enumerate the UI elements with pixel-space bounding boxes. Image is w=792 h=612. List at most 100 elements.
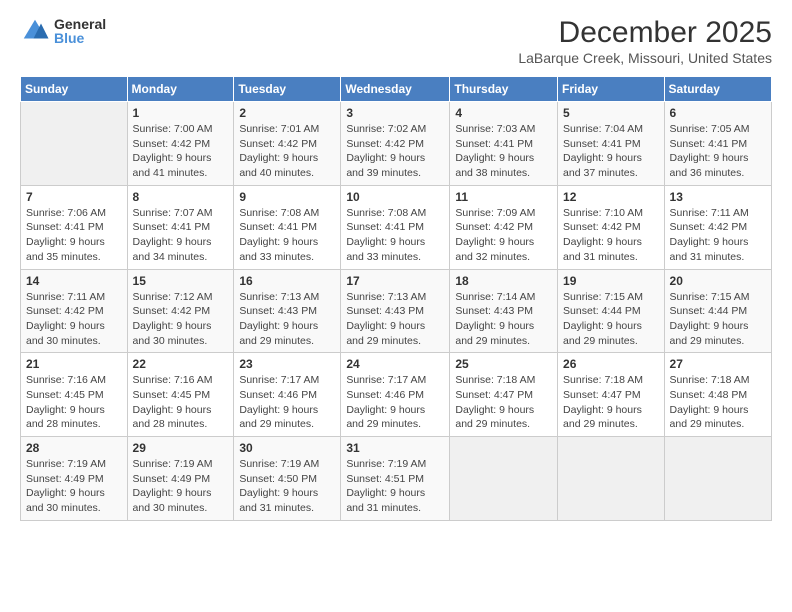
col-saturday: Saturday bbox=[664, 77, 771, 102]
main-title: December 2025 bbox=[518, 16, 772, 50]
calendar-cell: 17 Sunrise: 7:13 AM Sunset: 4:43 PM Dayli… bbox=[341, 269, 450, 353]
day-number: 15 bbox=[133, 274, 229, 288]
calendar-cell: 8 Sunrise: 7:07 AM Sunset: 4:41 PM Daylig… bbox=[127, 185, 234, 269]
day-info: Sunrise: 7:18 AM Sunset: 4:47 PM Dayligh… bbox=[455, 373, 552, 432]
day-info: Sunrise: 7:11 AM Sunset: 4:42 PM Dayligh… bbox=[670, 206, 766, 265]
day-number: 14 bbox=[26, 274, 122, 288]
day-info: Sunrise: 7:19 AM Sunset: 4:49 PM Dayligh… bbox=[133, 457, 229, 516]
day-number: 19 bbox=[563, 274, 659, 288]
day-info: Sunrise: 7:19 AM Sunset: 4:50 PM Dayligh… bbox=[239, 457, 335, 516]
day-info: Sunrise: 7:03 AM Sunset: 4:41 PM Dayligh… bbox=[455, 122, 552, 181]
day-number: 5 bbox=[563, 106, 659, 120]
calendar-cell: 9 Sunrise: 7:08 AM Sunset: 4:41 PM Daylig… bbox=[234, 185, 341, 269]
calendar-cell: 29 Sunrise: 7:19 AM Sunset: 4:49 PM Dayli… bbox=[127, 437, 234, 521]
day-info: Sunrise: 7:15 AM Sunset: 4:44 PM Dayligh… bbox=[563, 290, 659, 349]
day-info: Sunrise: 7:08 AM Sunset: 4:41 PM Dayligh… bbox=[346, 206, 444, 265]
calendar-week-2: 7 Sunrise: 7:06 AM Sunset: 4:41 PM Daylig… bbox=[21, 185, 772, 269]
day-number: 17 bbox=[346, 274, 444, 288]
day-number: 9 bbox=[239, 190, 335, 204]
logo-blue: Blue bbox=[54, 31, 106, 45]
day-number: 12 bbox=[563, 190, 659, 204]
day-number: 3 bbox=[346, 106, 444, 120]
title-block: December 2025 LaBarque Creek, Missouri, … bbox=[518, 16, 772, 66]
day-info: Sunrise: 7:05 AM Sunset: 4:41 PM Dayligh… bbox=[670, 122, 766, 181]
day-info: Sunrise: 7:16 AM Sunset: 4:45 PM Dayligh… bbox=[133, 373, 229, 432]
calendar-cell: 23 Sunrise: 7:17 AM Sunset: 4:46 PM Dayli… bbox=[234, 353, 341, 437]
calendar-cell: 20Sunrise: 7:15 AM Sunset: 4:44 PM Dayli… bbox=[664, 269, 771, 353]
calendar-header-row: Sunday Monday Tuesday Wednesday Thursday… bbox=[21, 77, 772, 102]
calendar-cell: 24Sunrise: 7:17 AM Sunset: 4:46 PM Dayli… bbox=[341, 353, 450, 437]
calendar-cell: 5 Sunrise: 7:04 AM Sunset: 4:41 PM Daylig… bbox=[558, 102, 665, 186]
calendar-cell: 1 Sunrise: 7:00 AM Sunset: 4:42 PM Daylig… bbox=[127, 102, 234, 186]
day-info: Sunrise: 7:18 AM Sunset: 4:48 PM Dayligh… bbox=[670, 373, 766, 432]
calendar-cell: 27 Sunrise: 7:18 AM Sunset: 4:48 PM Dayli… bbox=[664, 353, 771, 437]
calendar-cell: 19 Sunrise: 7:15 AM Sunset: 4:44 PM Dayli… bbox=[558, 269, 665, 353]
calendar-cell bbox=[450, 437, 558, 521]
calendar-cell: 16 Sunrise: 7:13 AM Sunset: 4:43 PM Dayli… bbox=[234, 269, 341, 353]
calendar-week-5: 28 Sunrise: 7:19 AM Sunset: 4:49 PM Dayli… bbox=[21, 437, 772, 521]
col-friday: Friday bbox=[558, 77, 665, 102]
calendar-cell: 14Sunrise: 7:11 AM Sunset: 4:42 PM Dayli… bbox=[21, 269, 128, 353]
day-info: Sunrise: 7:00 AM Sunset: 4:42 PM Dayligh… bbox=[133, 122, 229, 181]
col-thursday: Thursday bbox=[450, 77, 558, 102]
col-wednesday: Wednesday bbox=[341, 77, 450, 102]
day-info: Sunrise: 7:19 AM Sunset: 4:51 PM Dayligh… bbox=[346, 457, 444, 516]
day-info: Sunrise: 7:13 AM Sunset: 4:43 PM Dayligh… bbox=[346, 290, 444, 349]
calendar-cell: 21Sunrise: 7:16 AM Sunset: 4:45 PM Dayli… bbox=[21, 353, 128, 437]
calendar-cell: 11Sunrise: 7:09 AM Sunset: 4:42 PM Dayli… bbox=[450, 185, 558, 269]
day-number: 27 bbox=[670, 357, 766, 371]
col-sunday: Sunday bbox=[21, 77, 128, 102]
day-number: 26 bbox=[563, 357, 659, 371]
calendar-week-4: 21 Sunrise: 7:16 AM Sunset: 4:45 PM Dayli… bbox=[21, 353, 772, 437]
day-number: 1 bbox=[133, 106, 229, 120]
day-info: Sunrise: 7:15 AM Sunset: 4:44 PM Dayligh… bbox=[670, 290, 766, 349]
calendar-cell: 22 Sunrise: 7:16 AM Sunset: 4:45 PM Dayli… bbox=[127, 353, 234, 437]
day-number: 18 bbox=[455, 274, 552, 288]
calendar-cell: 3 Sunrise: 7:02 AM Sunset: 4:42 PM Daylig… bbox=[341, 102, 450, 186]
day-info: Sunrise: 7:12 AM Sunset: 4:42 PM Dayligh… bbox=[133, 290, 229, 349]
logo: General Blue bbox=[20, 16, 106, 46]
day-number: 25 bbox=[455, 357, 552, 371]
calendar-cell bbox=[664, 437, 771, 521]
calendar-cell: 6Sunrise: 7:05 AM Sunset: 4:41 PM Daylig… bbox=[664, 102, 771, 186]
calendar-cell: 25 Sunrise: 7:18 AM Sunset: 4:47 PM Dayli… bbox=[450, 353, 558, 437]
day-info: Sunrise: 7:04 AM Sunset: 4:41 PM Dayligh… bbox=[563, 122, 659, 181]
calendar-cell: 13Sunrise: 7:11 AM Sunset: 4:42 PM Dayli… bbox=[664, 185, 771, 269]
subtitle: LaBarque Creek, Missouri, United States bbox=[518, 50, 772, 66]
logo-icon bbox=[20, 16, 50, 46]
calendar-cell: 26 Sunrise: 7:18 AM Sunset: 4:47 PM Dayli… bbox=[558, 353, 665, 437]
day-info: Sunrise: 7:07 AM Sunset: 4:41 PM Dayligh… bbox=[133, 206, 229, 265]
day-info: Sunrise: 7:02 AM Sunset: 4:42 PM Dayligh… bbox=[346, 122, 444, 181]
day-number: 31 bbox=[346, 441, 444, 455]
day-info: Sunrise: 7:01 AM Sunset: 4:42 PM Dayligh… bbox=[239, 122, 335, 181]
day-number: 7 bbox=[26, 190, 122, 204]
day-number: 16 bbox=[239, 274, 335, 288]
day-number: 29 bbox=[133, 441, 229, 455]
calendar: Sunday Monday Tuesday Wednesday Thursday… bbox=[20, 76, 772, 521]
day-number: 21 bbox=[26, 357, 122, 371]
col-tuesday: Tuesday bbox=[234, 77, 341, 102]
calendar-cell bbox=[558, 437, 665, 521]
day-info: Sunrise: 7:18 AM Sunset: 4:47 PM Dayligh… bbox=[563, 373, 659, 432]
day-info: Sunrise: 7:13 AM Sunset: 4:43 PM Dayligh… bbox=[239, 290, 335, 349]
calendar-cell bbox=[21, 102, 128, 186]
day-info: Sunrise: 7:17 AM Sunset: 4:46 PM Dayligh… bbox=[239, 373, 335, 432]
calendar-cell: 31 Sunrise: 7:19 AM Sunset: 4:51 PM Dayli… bbox=[341, 437, 450, 521]
day-info: Sunrise: 7:09 AM Sunset: 4:42 PM Dayligh… bbox=[455, 206, 552, 265]
calendar-cell: 10Sunrise: 7:08 AM Sunset: 4:41 PM Dayli… bbox=[341, 185, 450, 269]
calendar-cell: 7 Sunrise: 7:06 AM Sunset: 4:41 PM Daylig… bbox=[21, 185, 128, 269]
day-info: Sunrise: 7:10 AM Sunset: 4:42 PM Dayligh… bbox=[563, 206, 659, 265]
calendar-cell: 28 Sunrise: 7:19 AM Sunset: 4:49 PM Dayli… bbox=[21, 437, 128, 521]
day-info: Sunrise: 7:06 AM Sunset: 4:41 PM Dayligh… bbox=[26, 206, 122, 265]
day-info: Sunrise: 7:08 AM Sunset: 4:41 PM Dayligh… bbox=[239, 206, 335, 265]
day-info: Sunrise: 7:19 AM Sunset: 4:49 PM Dayligh… bbox=[26, 457, 122, 516]
day-number: 8 bbox=[133, 190, 229, 204]
calendar-cell: 12 Sunrise: 7:10 AM Sunset: 4:42 PM Dayli… bbox=[558, 185, 665, 269]
day-number: 22 bbox=[133, 357, 229, 371]
day-number: 28 bbox=[26, 441, 122, 455]
day-number: 23 bbox=[239, 357, 335, 371]
day-number: 24 bbox=[346, 357, 444, 371]
day-info: Sunrise: 7:14 AM Sunset: 4:43 PM Dayligh… bbox=[455, 290, 552, 349]
logo-general: General bbox=[54, 17, 106, 31]
header: General Blue December 2025 LaBarque Cree… bbox=[20, 16, 772, 66]
